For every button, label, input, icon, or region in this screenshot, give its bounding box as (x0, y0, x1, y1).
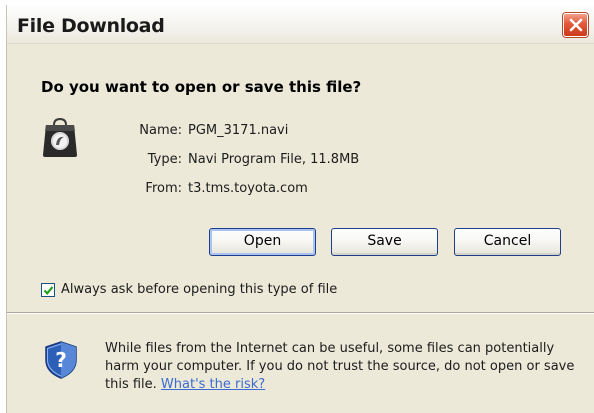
file-from-value: t3.tms.toyota.com (188, 181, 308, 196)
svg-text:?: ? (55, 348, 67, 372)
checkmark-icon (43, 286, 54, 295)
window-title: File Download (17, 15, 165, 37)
file-name-label: Name: (139, 123, 182, 138)
close-button[interactable] (563, 13, 588, 37)
title-bar[interactable]: File Download (7, 5, 594, 44)
always-ask-checkbox[interactable] (41, 283, 55, 297)
file-download-dialog: File Download Do you want to open or sav… (6, 5, 594, 413)
file-name-value: PGM_3171.navi (188, 123, 289, 138)
security-shield-icon: ? (43, 340, 79, 385)
dialog-question: Do you want to open or save this file? (41, 78, 362, 96)
cancel-button[interactable]: Cancel (454, 228, 561, 256)
file-name-row: Name: PGM_3171.navi (7, 123, 594, 141)
close-icon (569, 18, 583, 32)
open-button[interactable]: Open (209, 228, 316, 256)
file-from-label: From: (145, 181, 182, 196)
file-type-label: Type: (147, 152, 182, 167)
section-divider (7, 312, 594, 314)
security-warning: While files from the Internet can be use… (105, 340, 575, 394)
file-from-row: From: t3.tms.toyota.com (7, 181, 594, 199)
file-type-row: Type: Navi Program File, 11.8MB (7, 152, 594, 170)
save-button[interactable]: Save (331, 228, 438, 256)
whats-the-risk-link[interactable]: What's the risk? (161, 377, 265, 392)
always-ask-label[interactable]: Always ask before opening this type of f… (61, 282, 337, 297)
file-type-value: Navi Program File, 11.8MB (188, 152, 360, 167)
